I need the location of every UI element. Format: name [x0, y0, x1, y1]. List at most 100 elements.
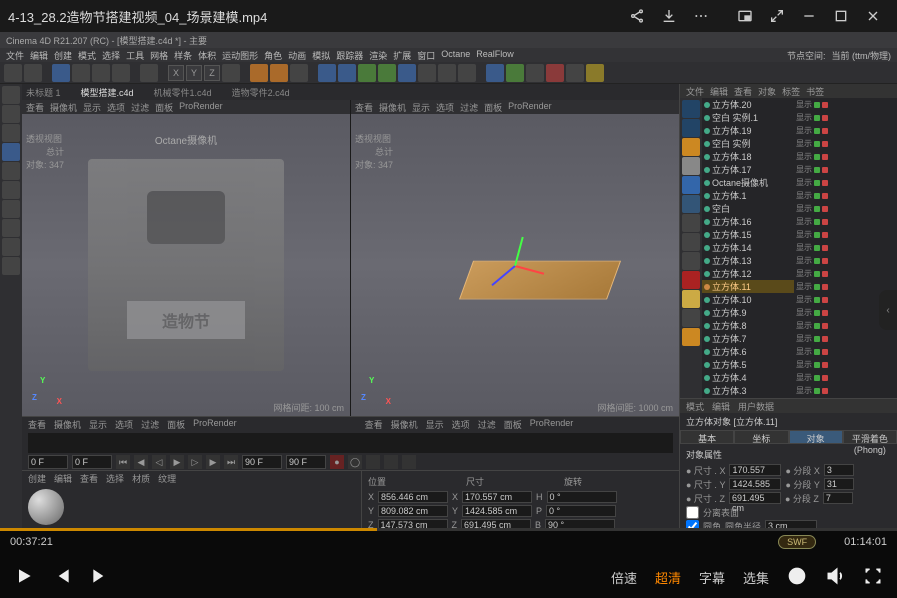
- transform-gizmo[interactable]: [515, 235, 575, 295]
- vp-panel[interactable]: 面板: [155, 101, 173, 113]
- mat-material[interactable]: 材质: [132, 472, 150, 484]
- vp-view[interactable]: 查看: [26, 101, 44, 113]
- tag-row[interactable]: 显示: [794, 371, 897, 384]
- hierarchy-item[interactable]: 立方体.17: [702, 163, 794, 176]
- hierarchy-item[interactable]: 立方体.8: [702, 319, 794, 332]
- coord-size[interactable]: 691.495 cm: [461, 519, 531, 528]
- vp-camera[interactable]: 摄像机: [379, 101, 406, 113]
- play-button[interactable]: [14, 566, 34, 589]
- select-tool-icon[interactable]: [52, 64, 70, 82]
- vp-prorender[interactable]: ProRender: [508, 101, 552, 113]
- tl-prev-frame-icon[interactable]: ◁: [152, 455, 166, 469]
- menu-simulate[interactable]: 模拟: [312, 49, 330, 61]
- hierarchy-item[interactable]: 立方体.11: [702, 280, 794, 293]
- minimize-button[interactable]: [793, 2, 825, 30]
- viewport-left[interactable]: 查看 摄像机 显示 选项 过滤 面板 ProRender 透视视图 总计 对象:…: [22, 100, 350, 416]
- tag-row[interactable]: 显示: [794, 254, 897, 267]
- menu-mode[interactable]: 模式: [78, 49, 96, 61]
- oc-icon-2[interactable]: [682, 119, 700, 137]
- speed-button[interactable]: 倍速: [611, 568, 637, 587]
- point-mode-icon[interactable]: [2, 143, 20, 161]
- timeline-start[interactable]: [28, 455, 68, 469]
- timeline-end[interactable]: [242, 455, 282, 469]
- settings-icon[interactable]: [787, 566, 807, 589]
- subdivision-icon[interactable]: [378, 64, 396, 82]
- spline-icon[interactable]: [338, 64, 356, 82]
- attr-tab-object[interactable]: 对象: [789, 430, 843, 444]
- tl-goto-end-icon[interactable]: ⏭: [224, 455, 238, 469]
- rp-view[interactable]: 查看: [734, 85, 752, 97]
- attr-seg[interactable]: 31: [824, 478, 854, 490]
- tl-panel[interactable]: 面板: [167, 418, 185, 430]
- maximize-button[interactable]: [825, 2, 857, 30]
- side-expand-button[interactable]: ‹: [879, 290, 897, 330]
- tl-filter2[interactable]: 过滤: [478, 418, 496, 430]
- hierarchy-item[interactable]: 立方体.19: [702, 124, 794, 137]
- tag-row[interactable]: 显示: [794, 111, 897, 124]
- texture-mode-icon[interactable]: [2, 200, 20, 218]
- axis-mode-icon[interactable]: [2, 124, 20, 142]
- timeline-track[interactable]: [28, 433, 673, 453]
- tag-row[interactable]: 显示: [794, 332, 897, 345]
- hierarchy-item[interactable]: 空白 实例.1: [702, 111, 794, 124]
- move-tool-icon[interactable]: [72, 64, 90, 82]
- object-mode-icon[interactable]: [2, 105, 20, 123]
- oc-icon-8[interactable]: [682, 271, 700, 289]
- vp-display[interactable]: 显示: [83, 101, 101, 113]
- tag-row[interactable]: 显示: [794, 241, 897, 254]
- axis-z-button[interactable]: Z: [204, 65, 220, 81]
- mat-texture[interactable]: 纹理: [158, 472, 176, 484]
- attr-tab-basic[interactable]: 基本: [680, 430, 734, 444]
- menu-edit[interactable]: 编辑: [30, 49, 48, 61]
- tl-filter[interactable]: 过滤: [141, 418, 159, 430]
- timeline-current[interactable]: [72, 455, 112, 469]
- fullscreen-icon[interactable]: [863, 566, 883, 589]
- tl-prorender[interactable]: ProRender: [193, 418, 237, 430]
- menu-octane[interactable]: Octane: [441, 49, 470, 61]
- hierarchy-item[interactable]: 立方体.4: [702, 371, 794, 384]
- model-mode-icon[interactable]: [2, 86, 20, 104]
- viewport-right[interactable]: 查看 摄像机 显示 选项 过滤 面板 ProRender 透视视图 总计 对象:…: [351, 100, 679, 416]
- coord-pos[interactable]: 856.446 cm: [378, 491, 448, 503]
- edge-mode-icon[interactable]: [2, 162, 20, 180]
- menu-file[interactable]: 文件: [6, 49, 24, 61]
- menu-animate[interactable]: 动画: [288, 49, 306, 61]
- hierarchy-item[interactable]: 立方体.12: [702, 267, 794, 280]
- close-button[interactable]: [857, 2, 889, 30]
- hierarchy-item[interactable]: 空白: [702, 202, 794, 215]
- vp-options[interactable]: 选项: [436, 101, 454, 113]
- tab-parts1[interactable]: 机械零件1.c4d: [154, 86, 212, 99]
- progress-track[interactable]: [0, 528, 897, 531]
- menu-mesh[interactable]: 网格: [150, 49, 168, 61]
- tl-display2[interactable]: 显示: [426, 418, 444, 430]
- environment-icon[interactable]: [418, 64, 436, 82]
- prev-button[interactable]: [52, 566, 72, 589]
- tab-parts2[interactable]: 造物零件2.c4d: [232, 86, 290, 99]
- tag-row[interactable]: 显示: [794, 189, 897, 202]
- tl-display[interactable]: 显示: [89, 418, 107, 430]
- rp-objects[interactable]: 对象: [758, 85, 776, 97]
- workplane-icon[interactable]: [2, 219, 20, 237]
- render-settings-icon[interactable]: [290, 64, 308, 82]
- tab-model[interactable]: 模型搭建.c4d: [81, 86, 134, 99]
- mat-view[interactable]: 查看: [80, 472, 98, 484]
- octane-settings-icon[interactable]: [566, 64, 584, 82]
- rp-file[interactable]: 文件: [686, 85, 704, 97]
- menu-create[interactable]: 创建: [54, 49, 72, 61]
- tag-row[interactable]: 显示: [794, 384, 897, 397]
- generator-icon[interactable]: [358, 64, 376, 82]
- tag-row[interactable]: 显示: [794, 98, 897, 111]
- volume-icon[interactable]: [825, 566, 845, 589]
- coord-pos[interactable]: 809.082 cm: [378, 505, 448, 517]
- fillet-check[interactable]: [686, 520, 699, 529]
- menu-mograph[interactable]: 运动图形: [222, 49, 258, 61]
- vp-view[interactable]: 查看: [355, 101, 373, 113]
- object-tags[interactable]: 显示 显示 显示 显示 显示 显示 显示 显示 显示 显示 显示 显示 显示 显…: [794, 98, 897, 398]
- snap-icon[interactable]: [2, 238, 20, 256]
- render-icon[interactable]: [250, 64, 268, 82]
- tag-row[interactable]: 显示: [794, 124, 897, 137]
- attr-size[interactable]: 1424.585 cm: [729, 478, 781, 490]
- attr-userdata[interactable]: 用户数据: [738, 400, 774, 412]
- tag-row[interactable]: 显示: [794, 358, 897, 371]
- oc-icon-s2[interactable]: [682, 328, 700, 346]
